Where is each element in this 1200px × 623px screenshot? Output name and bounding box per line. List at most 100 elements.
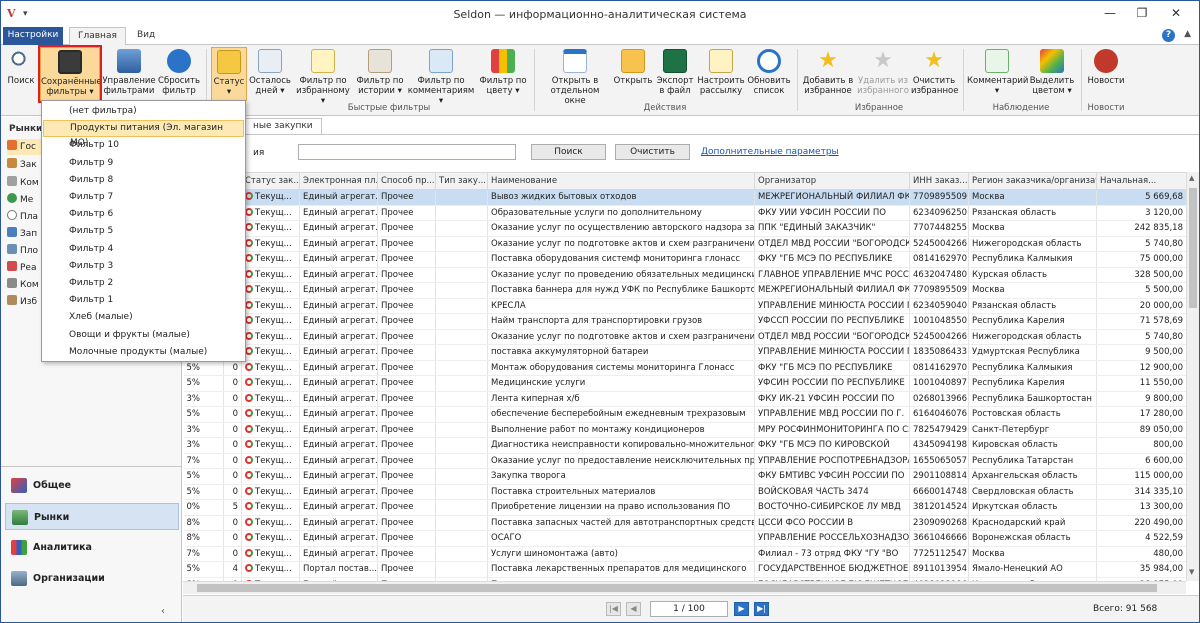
table-row[interactable]: 7% 0 Текущ... Единый агрегат... Прочее Услуги…	[183, 546, 1187, 562]
table-row[interactable]: 0Текущ...Единый агрегат...ПрочееПоставка…	[183, 251, 1187, 268]
column-header[interactable]: Организатор	[754, 172, 910, 190]
column-header[interactable]: ИНН заказ...	[909, 172, 969, 190]
table-row[interactable]: 5% 0 Текущ... Единый агрегат... Прочее Медици…	[183, 375, 1187, 392]
maximize-button[interactable]: ❐	[1127, 5, 1157, 21]
last-page-button[interactable]: ▶|	[754, 602, 769, 616]
table-row[interactable]: 7% 0 Текущ... Единый агрегат... Прочее Оказан…	[183, 453, 1187, 469]
collapse-panel-icon[interactable]: ‹	[161, 606, 165, 617]
saved-filter-option[interactable]: Фильтр 2	[43, 275, 244, 292]
search-button[interactable]: Поиск	[5, 47, 37, 101]
table-row[interactable]: 5% 0 Текущ... Единый агрегат... Прочее обеспе…	[183, 406, 1187, 423]
advanced-params-link[interactable]: Дополнительные параметры	[701, 147, 839, 157]
document-tab[interactable]: ные закупки	[244, 118, 322, 134]
page-number-input[interactable]: 1 / 100	[650, 601, 728, 617]
nav-item-zak[interactable]: Зак	[7, 157, 37, 173]
nav-item-plo[interactable]: Пло	[7, 243, 38, 259]
tab-settings[interactable]: Настройки	[3, 27, 63, 45]
table-row[interactable]: 8%0 Текущ... Единый агрегат...Прочее Постав…	[183, 515, 1187, 531]
minimize-button[interactable]: —	[1095, 5, 1125, 21]
saved-filter-option[interactable]: Фильтр 1	[43, 292, 244, 309]
vertical-scroll-thumb[interactable]	[1189, 188, 1197, 308]
highlight-color-button[interactable]: Выделить цветом ▾	[1029, 47, 1075, 101]
column-header[interactable]: Тип заку...	[435, 172, 488, 190]
status-button[interactable]: Статус ▾	[211, 47, 247, 101]
saved-filter-option[interactable]: Фильтр 5	[43, 223, 244, 240]
filter-history-button[interactable]: Фильтр по истории ▾	[355, 47, 405, 101]
table-row[interactable]: 4Текущ...Единый агрегат...ПрочееОказание…	[183, 220, 1187, 237]
saved-filter-option[interactable]: Продукты питания (Эл. магазин МО)	[43, 120, 244, 148]
remove-favorite-button[interactable]: ★ Удалить из избранного	[857, 47, 909, 101]
column-header[interactable]: Регион заказчика/организат...	[968, 172, 1097, 190]
table-row[interactable]: 0Текущ...Единый агрегат...ПрочееНайм тра…	[183, 313, 1187, 330]
clear-favorites-button[interactable]: ★ Очистить избранное	[911, 47, 958, 101]
saved-filter-option[interactable]: Фильтр 9	[43, 155, 244, 172]
horizontal-scrollbar[interactable]	[183, 581, 1186, 594]
tab-home[interactable]: Главная	[69, 27, 126, 46]
table-row[interactable]: 3% 0 Текущ... Единый агрегат... Прочее Диагно…	[183, 437, 1187, 454]
filter-comments-button[interactable]: Фильтр по комментариям ▾	[407, 47, 475, 106]
comment-button[interactable]: Комментарий ▾	[967, 47, 1028, 101]
saved-filter-option[interactable]: Молочные продукты (малые)	[43, 344, 244, 361]
saved-filter-option[interactable]: Овощи и фрукты (малые)	[43, 327, 244, 344]
next-page-button[interactable]: ▶	[734, 602, 749, 616]
table-row[interactable]: 0Текущ...Единый агрегат...ПрочееОказание…	[183, 236, 1187, 252]
table-row[interactable]: 0Текущ...Единый агрегат...ПрочееОказание…	[183, 267, 1187, 283]
filter-favorites-button[interactable]: Фильтр по избранному ▾	[293, 47, 353, 106]
saved-filter-option[interactable]: Фильтр 4	[43, 241, 244, 258]
nav-item-pla[interactable]: Пла	[7, 209, 38, 225]
table-row[interactable]: 5% 0 Текущ... Единый агрегат... Прочее Монтаж…	[183, 360, 1187, 376]
nav-item-izb[interactable]: Изб	[7, 294, 37, 310]
first-page-button[interactable]: |◀	[606, 602, 621, 616]
manage-filters-button[interactable]: Управление фильтрами	[102, 47, 156, 101]
table-row[interactable]: 0Текущ...Единый агрегат...ПрочееВывоз жи…	[183, 189, 1187, 206]
table-row[interactable]: 3% 0 Текущ... Единый агрегат... Прочее Выполн…	[183, 422, 1187, 438]
setup-mailing-button[interactable]: Настроить рассылку	[697, 47, 745, 101]
close-button[interactable]: ✕	[1161, 5, 1191, 21]
table-row[interactable]: 0Текущ...Единый агрегат...ПрочееПоставка…	[183, 282, 1187, 299]
reset-filter-button[interactable]: Сбросить фильтр	[157, 47, 201, 101]
nav-markets[interactable]: Рынки	[5, 503, 179, 530]
column-header[interactable]: Начальная...	[1096, 172, 1187, 190]
nav-item-rea[interactable]: Реа	[7, 260, 36, 276]
name-search-input[interactable]	[298, 144, 516, 160]
help-icon[interactable]: ?	[1162, 29, 1175, 42]
column-header[interactable]: Наименование	[487, 172, 755, 190]
prev-page-button[interactable]: ◀	[626, 602, 641, 616]
export-button[interactable]: Экспорт в файл	[655, 47, 695, 101]
table-row[interactable]: 5% 0 Текущ... Единый агрегат... Прочее Постав…	[183, 484, 1187, 500]
table-row[interactable]: 0Текущ...Единый агрегат...ПрочееОбразова…	[183, 205, 1187, 221]
column-header[interactable]: Способ пр...	[377, 172, 436, 190]
nav-item-kom2[interactable]: Ком	[7, 277, 39, 293]
open-window-button[interactable]: Открыть в отдельном окне	[539, 47, 611, 106]
table-row[interactable]: 0Текущ...Единый агрегат...Прочеепоставка…	[183, 344, 1187, 361]
tab-view[interactable]: Вид	[129, 27, 163, 45]
nav-item-me[interactable]: Ме	[7, 192, 33, 208]
table-row[interactable]: 0Текущ...Единый агрегат...ПрочееКРЕСЛАУП…	[183, 298, 1187, 314]
vertical-scrollbar[interactable]: ▲ ▼	[1186, 172, 1199, 581]
collapse-ribbon-icon[interactable]: ▲	[1184, 29, 1191, 39]
table-row[interactable]: 5% 0 Текущ... Единый агрегат... Прочее Закупк…	[183, 468, 1187, 485]
nav-organizations[interactable]: Организации	[5, 565, 179, 592]
search-submit-button[interactable]: Поиск	[531, 144, 606, 160]
table-row[interactable]: 8% 0 Текущ... Единый агрегат... Прочее ОСАГО У…	[183, 530, 1187, 547]
nav-general[interactable]: Общее	[5, 472, 179, 499]
nav-item-kom[interactable]: Ком	[7, 175, 39, 191]
news-button[interactable]: Новости	[1085, 47, 1127, 101]
saved-filters-button[interactable]: Сохранённые фильтры ▾	[38, 45, 102, 103]
table-row[interactable]: 3% 0 Текущ... Единый агрегат... Прочее Лента …	[183, 391, 1187, 407]
saved-filter-option[interactable]: Фильтр 10	[43, 137, 244, 154]
saved-filter-option[interactable]: Фильтр 3	[43, 258, 244, 275]
saved-filter-option[interactable]: Фильтр 6	[43, 206, 244, 223]
horizontal-scroll-thumb[interactable]	[197, 584, 1157, 592]
nav-analytics[interactable]: Аналитика	[5, 534, 179, 561]
scroll-down-icon[interactable]: ▼	[1189, 568, 1194, 576]
saved-filter-option[interactable]: Фильтр 8	[43, 172, 244, 189]
filter-color-button[interactable]: Фильтр по цвету ▾	[477, 47, 529, 101]
nav-item-zap[interactable]: Зап	[7, 226, 37, 242]
refresh-button[interactable]: Обновить список	[747, 47, 791, 101]
table-row[interactable]: 0Текущ...Единый агрегат...ПрочееОказание…	[183, 329, 1187, 345]
column-header[interactable]: Статус зак...	[241, 172, 300, 190]
saved-filter-option[interactable]: (нет фильтра)	[43, 103, 244, 120]
days-left-button[interactable]: Осталось дней ▾	[249, 47, 291, 101]
table-row[interactable]: 0% 5 Текущ... Единый агрегат... Прочее Приобр…	[183, 499, 1187, 516]
